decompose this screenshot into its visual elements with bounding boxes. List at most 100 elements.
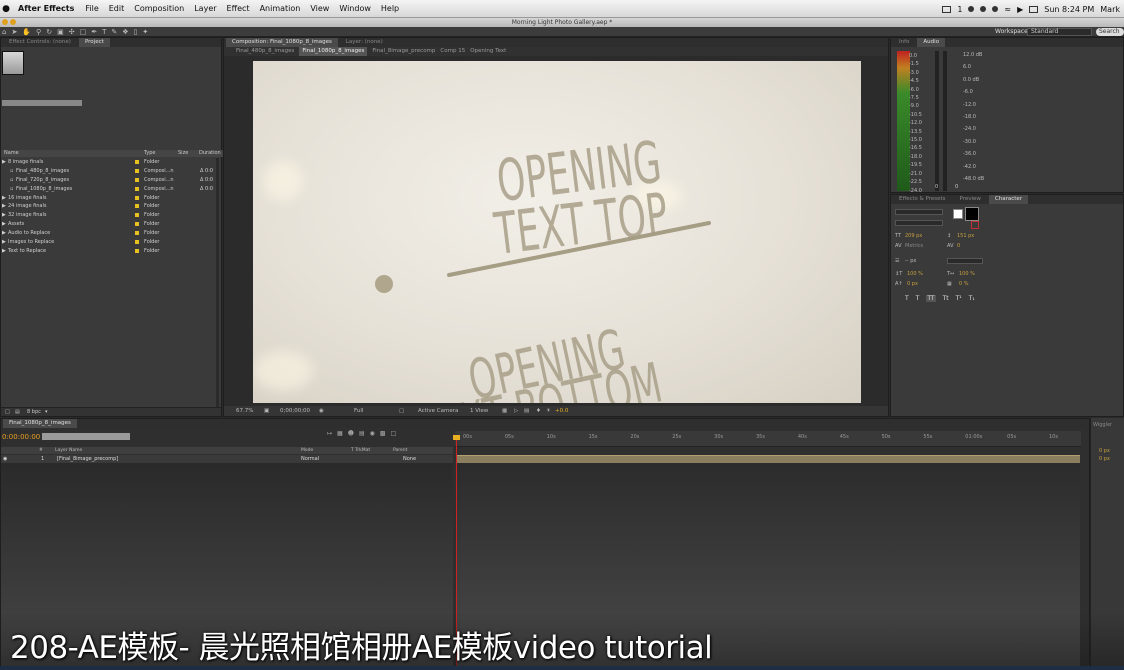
time-ruler[interactable]: 00s 05s 10s 15s 20s 25s 30s 35s 40s 45s 50s 55s 01:0… bbox=[455, 431, 1081, 447]
volume-icon[interactable]: ▶ bbox=[1017, 5, 1023, 14]
brainstorm-icon[interactable]: ▩ bbox=[380, 430, 386, 437]
folder-toggle-icon[interactable]: ▶ bbox=[2, 203, 6, 209]
sync-icon[interactable] bbox=[968, 6, 975, 12]
folder-toggle-icon[interactable]: ▶ bbox=[2, 248, 6, 254]
col-layer-name[interactable]: Layer Name bbox=[55, 448, 82, 453]
baseline-shift-value[interactable]: 0 px bbox=[907, 281, 918, 287]
app-menu[interactable]: After Effects bbox=[18, 4, 74, 13]
tab-project[interactable]: Project bbox=[78, 38, 110, 47]
menu-window[interactable]: Window bbox=[339, 4, 371, 13]
display-icon[interactable] bbox=[942, 5, 952, 13]
graph-editor-icon[interactable]: □ bbox=[391, 430, 397, 437]
tab-character[interactable]: Character bbox=[988, 195, 1029, 204]
interpret-footage-icon[interactable]: □ bbox=[5, 409, 10, 415]
fill-color-swatch[interactable] bbox=[953, 209, 963, 219]
rotate-tool-icon[interactable]: ↻ bbox=[46, 28, 52, 36]
timecode-display[interactable]: 0;00;00;00 bbox=[280, 408, 310, 414]
exposure-reset-icon[interactable]: ☀ bbox=[546, 408, 551, 414]
menu-edit[interactable]: Edit bbox=[109, 4, 125, 13]
faux-italic-icon[interactable]: T bbox=[916, 295, 920, 302]
grid-icon[interactable]: ▦ bbox=[502, 408, 507, 414]
stroke-width-value[interactable]: -- px bbox=[905, 258, 916, 264]
font-style-select[interactable] bbox=[895, 220, 943, 226]
camera-snapshot-icon[interactable]: ◉ bbox=[319, 408, 324, 414]
tracking-value[interactable]: 0 bbox=[957, 243, 960, 249]
project-item[interactable]: ▶ 16 image finals Folder bbox=[1, 194, 223, 203]
crumb-comp15[interactable]: Comp 15 bbox=[440, 47, 465, 56]
camera-tool-icon[interactable]: ▣ bbox=[57, 28, 64, 36]
kerning-value[interactable]: Metrics bbox=[905, 243, 923, 249]
timeline-layer-row[interactable]: ◉ 1 [Final_8image_precomp] Normal None bbox=[1, 455, 453, 463]
views-select[interactable]: 1 View bbox=[470, 408, 488, 414]
project-item[interactable]: ▶ 32 image finals Folder bbox=[1, 211, 223, 220]
composition-icon[interactable]: ▫ bbox=[10, 168, 13, 174]
crumb-1080p[interactable]: Final_1080p_8_images bbox=[299, 47, 368, 56]
label-color-swatch[interactable] bbox=[135, 248, 139, 253]
bluetooth-icon[interactable] bbox=[992, 6, 999, 12]
col-trkmat[interactable]: T TrkMat bbox=[351, 448, 370, 453]
small-caps-icon[interactable]: Tt bbox=[943, 295, 949, 302]
label-color-swatch[interactable] bbox=[135, 168, 139, 173]
folder-toggle-icon[interactable]: ▶ bbox=[2, 195, 6, 201]
new-folder-icon[interactable]: ▤ bbox=[15, 409, 20, 415]
crumb-480p[interactable]: Final_480p_8_images bbox=[236, 47, 294, 56]
level-slider-left[interactable] bbox=[935, 51, 939, 191]
label-color-swatch[interactable] bbox=[135, 204, 139, 209]
folder-toggle-icon[interactable]: ▶ bbox=[2, 221, 6, 227]
project-item[interactable]: ▫ Final_720p_8_images Composi...n Δ 0:0 bbox=[1, 176, 223, 185]
vertical-scale-value[interactable]: 100 % bbox=[907, 271, 923, 277]
subscript-icon[interactable]: T₁ bbox=[969, 295, 975, 302]
home-icon[interactable]: ⌂ bbox=[2, 28, 6, 36]
project-item[interactable]: ▶ Audio to Replace Folder bbox=[1, 229, 223, 238]
brush-tool-icon[interactable]: ✎ bbox=[111, 28, 117, 36]
shy-icon[interactable]: ☻ bbox=[348, 430, 354, 437]
all-caps-icon[interactable]: TT bbox=[926, 295, 936, 302]
label-color-swatch[interactable] bbox=[135, 177, 139, 182]
col-name[interactable]: Name bbox=[4, 150, 19, 156]
trash-icon[interactable]: ▾ bbox=[45, 409, 48, 415]
horizontal-scale-value[interactable]: 100 % bbox=[959, 271, 975, 277]
selection-tool-icon[interactable]: ➤ bbox=[11, 28, 17, 36]
menu-animation[interactable]: Animation bbox=[260, 4, 301, 13]
composition-viewer[interactable]: OPENING TEXT TOP OPENING TEXT BOTTOM bbox=[253, 61, 861, 403]
stroke-color-swatch[interactable] bbox=[965, 207, 979, 221]
wiggler-tab[interactable]: Wiggler bbox=[1093, 422, 1112, 428]
folder-toggle-icon[interactable]: ▶ bbox=[2, 239, 6, 245]
layer-parent-select[interactable]: None bbox=[403, 456, 416, 462]
stroke-style-select[interactable] bbox=[947, 258, 983, 264]
tab-info[interactable]: Info bbox=[893, 38, 915, 47]
project-item[interactable]: ▶ Assets Folder bbox=[1, 220, 223, 229]
layer-mode-select[interactable]: Normal bbox=[301, 456, 319, 462]
label-color-swatch[interactable] bbox=[135, 231, 139, 236]
no-stroke-icon[interactable] bbox=[971, 221, 979, 229]
visibility-eye-icon[interactable]: ◉ bbox=[3, 456, 7, 462]
tab-audio[interactable]: Audio bbox=[917, 38, 946, 47]
folder-toggle-icon[interactable]: ▶ bbox=[2, 212, 6, 218]
wiggler-value-1[interactable]: 0 px bbox=[1099, 448, 1110, 454]
project-item[interactable]: ▶ Images to Replace Folder bbox=[1, 238, 223, 247]
bpc-toggle[interactable]: 8 bpc bbox=[27, 409, 41, 415]
level-slider-right[interactable] bbox=[943, 51, 947, 191]
folder-toggle-icon[interactable]: ▶ bbox=[2, 230, 6, 236]
col-size[interactable]: Size bbox=[178, 150, 188, 156]
label-color-swatch[interactable] bbox=[135, 160, 139, 164]
fast-preview-icon[interactable]: ▷ bbox=[514, 408, 518, 414]
label-color-swatch[interactable] bbox=[135, 213, 139, 218]
col-type[interactable]: Type bbox=[144, 150, 155, 156]
playhead-handle[interactable] bbox=[453, 435, 460, 440]
tab-preview[interactable]: Preview bbox=[954, 195, 987, 204]
composition-icon[interactable]: ▫ bbox=[10, 177, 13, 183]
window-controls[interactable] bbox=[2, 19, 16, 25]
flowchart-icon[interactable]: ♦ bbox=[536, 408, 541, 414]
tab-layer[interactable]: Layer: (none) bbox=[340, 38, 389, 47]
eraser-tool-icon[interactable]: ▯ bbox=[134, 28, 138, 36]
faux-bold-icon[interactable]: T bbox=[905, 295, 909, 302]
camera-select[interactable]: Active Camera bbox=[418, 408, 458, 414]
type-tool-icon[interactable]: T bbox=[102, 28, 106, 36]
region-of-interest-icon[interactable]: ▢ bbox=[399, 408, 404, 414]
label-color-swatch[interactable] bbox=[135, 240, 139, 245]
timeline-icon[interactable]: ▤ bbox=[524, 408, 529, 414]
label-color-swatch[interactable] bbox=[135, 222, 139, 227]
project-item[interactable]: ▶ Text to Replace Folder bbox=[1, 247, 223, 256]
col-mode[interactable]: Mode bbox=[301, 448, 313, 453]
